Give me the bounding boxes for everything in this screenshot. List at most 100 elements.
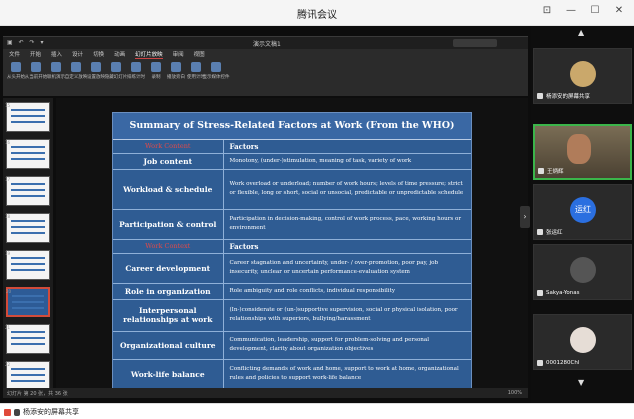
- ppt-menu-tab[interactable]: 动画: [114, 50, 125, 58]
- factor-description: Communication, leadership, support for p…: [223, 331, 471, 360]
- slide-thumbnail[interactable]: 20: [6, 287, 50, 317]
- participant-name: 杨添安的屏幕共享: [546, 94, 591, 100]
- ribbon-tool-button[interactable]: 使用计时: [187, 62, 205, 86]
- thumbnail-line: [11, 158, 45, 160]
- participant-name: 张运红: [546, 230, 563, 236]
- mic-icon[interactable]: [14, 408, 20, 416]
- ppt-menu-tab[interactable]: 插入: [51, 50, 62, 58]
- doc-name: 演示文稿1: [253, 41, 281, 48]
- ribbon-tool-button[interactable]: 联机演示: [47, 62, 65, 86]
- slide: Summary of Stress-Related Factors at Wor…: [112, 112, 472, 392]
- factor-description: Participation in decision-making, contro…: [223, 209, 471, 240]
- ppt-menu-tab[interactable]: 文件: [9, 50, 20, 58]
- ppt-search-box[interactable]: [453, 39, 497, 47]
- section-factors: Factors: [223, 139, 471, 154]
- thumbnail-number: 17: [5, 177, 11, 182]
- thumbnail-line: [11, 269, 45, 271]
- ppt-menu-tab[interactable]: 设计: [72, 50, 83, 58]
- participant-tile[interactable]: 运红 张运红: [533, 184, 632, 240]
- tool-label: 设置放映: [87, 75, 105, 80]
- slide-thumbnail[interactable]: 22: [5, 361, 50, 391]
- participant-tile[interactable]: 杨添安的屏幕共享: [533, 48, 632, 104]
- thumbnail-line: [11, 337, 45, 339]
- thumbnail-line: [12, 301, 44, 303]
- factor-name: Job content: [113, 153, 224, 170]
- avatar: [570, 327, 596, 353]
- participant-tile[interactable]: 0001280Chl: [533, 314, 632, 370]
- chevron-right-icon[interactable]: ›: [520, 206, 530, 228]
- tool-icon: [91, 62, 101, 72]
- thumbnail-number: 15: [5, 103, 11, 108]
- ribbon-tool-button[interactable]: 播放旁白: [167, 62, 185, 86]
- factor-description: Monotony, (under-)stimulation, meaning o…: [223, 153, 471, 170]
- factor-name: Organizational culture: [113, 331, 224, 360]
- ribbon-tool-button[interactable]: 排练计时: [127, 62, 145, 86]
- quick-access-icons[interactable]: ▣ ↶ ↷ ▾: [7, 39, 45, 46]
- bottom-bar: 杨添安的屏幕共享: [0, 403, 634, 419]
- slide-thumbnail[interactable]: 17: [5, 176, 50, 206]
- slide-counter: 幻灯片 第 20 张，共 36 张: [7, 391, 68, 397]
- tool-label: 播放旁白: [167, 75, 185, 80]
- ppt-menu-tab[interactable]: 切换: [93, 50, 104, 58]
- tool-icon: [11, 62, 21, 72]
- factor-description: Work overload or underload; number of wo…: [223, 169, 471, 210]
- ribbon-tool-button[interactable]: 自定义放映: [65, 62, 87, 86]
- slide-thumbnail[interactable]: 19: [5, 250, 50, 280]
- ppt-status-bar: 幻灯片 第 20 张，共 36 张 100%: [3, 388, 528, 398]
- tool-label: 显示媒体控件: [202, 75, 230, 80]
- thumbnail-line: [12, 295, 44, 297]
- thumbnail-line: [11, 263, 45, 265]
- thumbnail-line: [11, 109, 45, 111]
- slide-table-row: Career development Career stagnation and …: [113, 253, 471, 284]
- ppt-toolbar: 从头开始 从当前开始 联机演示 自定义放映 设置放映 隐藏幻灯片 排练计时 录制 播放旁白 使用计…: [3, 59, 528, 89]
- avatar: [570, 257, 596, 283]
- factor-name: Participation & control: [113, 209, 224, 240]
- ribbon-tool-button[interactable]: 隐藏幻灯片: [105, 62, 127, 86]
- factor-name: Interpersonal relationships at work: [113, 299, 224, 332]
- thumbnail-line: [11, 146, 45, 148]
- shared-screen: ▣ ↶ ↷ ▾ 演示文稿1 文件 开始 插入 设计 切换 动画 幻灯片放映 审阅 视图 从头开始…: [0, 26, 531, 403]
- factor-name: Role in organization: [113, 283, 224, 300]
- ppt-menu-tab[interactable]: 幻灯片放映: [135, 50, 163, 59]
- slide-thumbnails: 15 16 17 18 19 20 21 22: [3, 98, 53, 396]
- ppt-menu-tabs: 文件 开始 插入 设计 切换 动画 幻灯片放映 审阅 视图: [3, 49, 528, 59]
- section-work-content: Work Content: [113, 139, 224, 154]
- factor-name: Workload & schedule: [113, 169, 224, 210]
- slide-thumbnail[interactable]: 16: [5, 139, 50, 169]
- avatar: [570, 61, 596, 87]
- factor-name: Career development: [113, 253, 224, 284]
- ribbon-tool-button[interactable]: 录制: [149, 62, 163, 86]
- factor-description: Conflicting demands of work and home, su…: [223, 359, 471, 390]
- ribbon-tool-button[interactable]: 从当前开始: [25, 62, 47, 86]
- ppt-menu-tab[interactable]: 审阅: [173, 50, 184, 58]
- minimize-button[interactable]: —: [564, 5, 578, 16]
- participant-name: Sakya-Yonas: [546, 290, 580, 296]
- slide-title: Summary of Stress-Related Factors at Wor…: [113, 113, 471, 140]
- video-face: [567, 134, 591, 164]
- maximize-button[interactable]: ☐: [588, 5, 602, 16]
- chevron-up-icon[interactable]: ▲: [578, 28, 584, 37]
- ribbon-tool-button[interactable]: 从头开始: [7, 62, 25, 86]
- mic-icon: [537, 229, 543, 235]
- slide-thumbnail[interactable]: 15: [5, 102, 50, 132]
- screen-share-icon: [537, 93, 543, 99]
- zoom-level[interactable]: 100%: [508, 390, 522, 396]
- mic-icon: [537, 360, 543, 366]
- slide-thumbnail[interactable]: 21: [5, 324, 50, 354]
- ppt-menu-tab[interactable]: 开始: [30, 50, 41, 58]
- slide-thumbnail[interactable]: 18: [5, 213, 50, 243]
- participant-tile[interactable]: Sakya-Yonas: [533, 244, 632, 300]
- ribbon-tool-button[interactable]: 显示媒体控件: [203, 62, 230, 86]
- ppt-menu-tab[interactable]: 视图: [194, 50, 205, 58]
- thumbnail-line: [11, 195, 45, 197]
- chevron-down-icon[interactable]: ▼: [578, 378, 584, 387]
- slide-table-row: Participation & control Participation in …: [113, 209, 471, 240]
- thumbnail-number: 20: [6, 289, 12, 294]
- participant-tile-video[interactable]: 王炳辉: [533, 124, 632, 180]
- mic-icon: [538, 168, 544, 174]
- slide-table-row: Organizational culture Communication, lea…: [113, 331, 471, 360]
- close-button[interactable]: ✕: [612, 5, 626, 16]
- tool-icon: [131, 62, 141, 72]
- ribbon-tool-button[interactable]: 设置放映: [87, 62, 105, 86]
- pin-icon[interactable]: ⊡: [540, 5, 554, 16]
